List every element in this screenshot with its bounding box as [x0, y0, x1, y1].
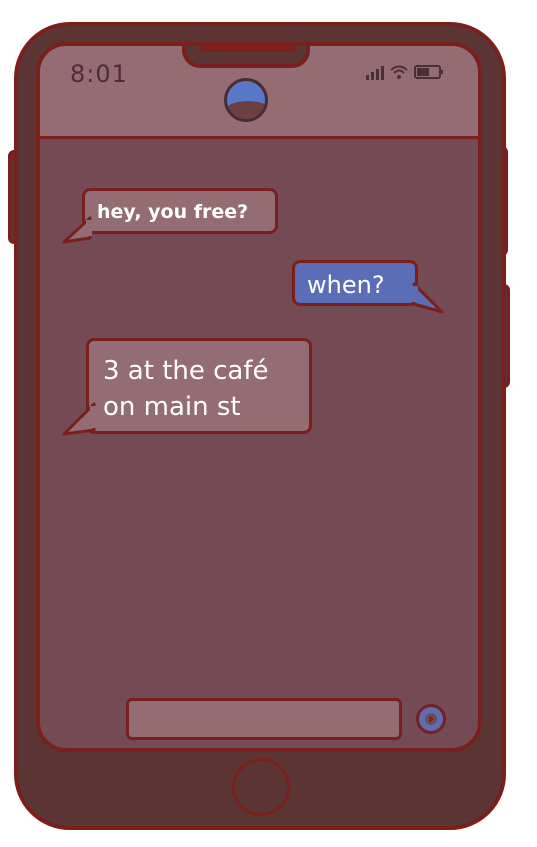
message-text-line: 3 at the café: [103, 356, 269, 386]
status-time: 8:01: [70, 60, 128, 88]
message-text: when?: [307, 271, 385, 299]
avatar-icon[interactable]: [224, 78, 268, 122]
phone-illustration: 8:01 hey, you free? when? 3 at the café …: [0, 0, 537, 847]
bubble-tail: [62, 402, 96, 436]
message-bubble-incoming[interactable]: hey, you free?: [82, 188, 278, 234]
contact-name: [210, 126, 282, 130]
message-bubble-incoming[interactable]: 3 at the café on main st: [86, 338, 312, 434]
chat-header: 8:01: [40, 46, 478, 139]
speaker-grille: [200, 46, 296, 52]
status-icons: [366, 60, 444, 80]
message-input[interactable]: [126, 698, 402, 740]
send-button[interactable]: [416, 704, 446, 734]
bubble-tail: [62, 216, 92, 244]
message-bubble-outgoing[interactable]: when?: [292, 260, 418, 306]
message-text-line: on main st: [103, 392, 241, 422]
send-icon: [425, 713, 437, 725]
phone-screen: 8:01 hey, you free? when? 3 at the café …: [36, 42, 482, 752]
bubble-tail: [410, 282, 444, 314]
battery-icon: [414, 64, 444, 80]
message-text: hey, you free?: [97, 201, 249, 223]
wifi-icon: [390, 64, 408, 80]
home-button[interactable]: [232, 758, 290, 816]
signal-bars-icon: [366, 64, 384, 80]
